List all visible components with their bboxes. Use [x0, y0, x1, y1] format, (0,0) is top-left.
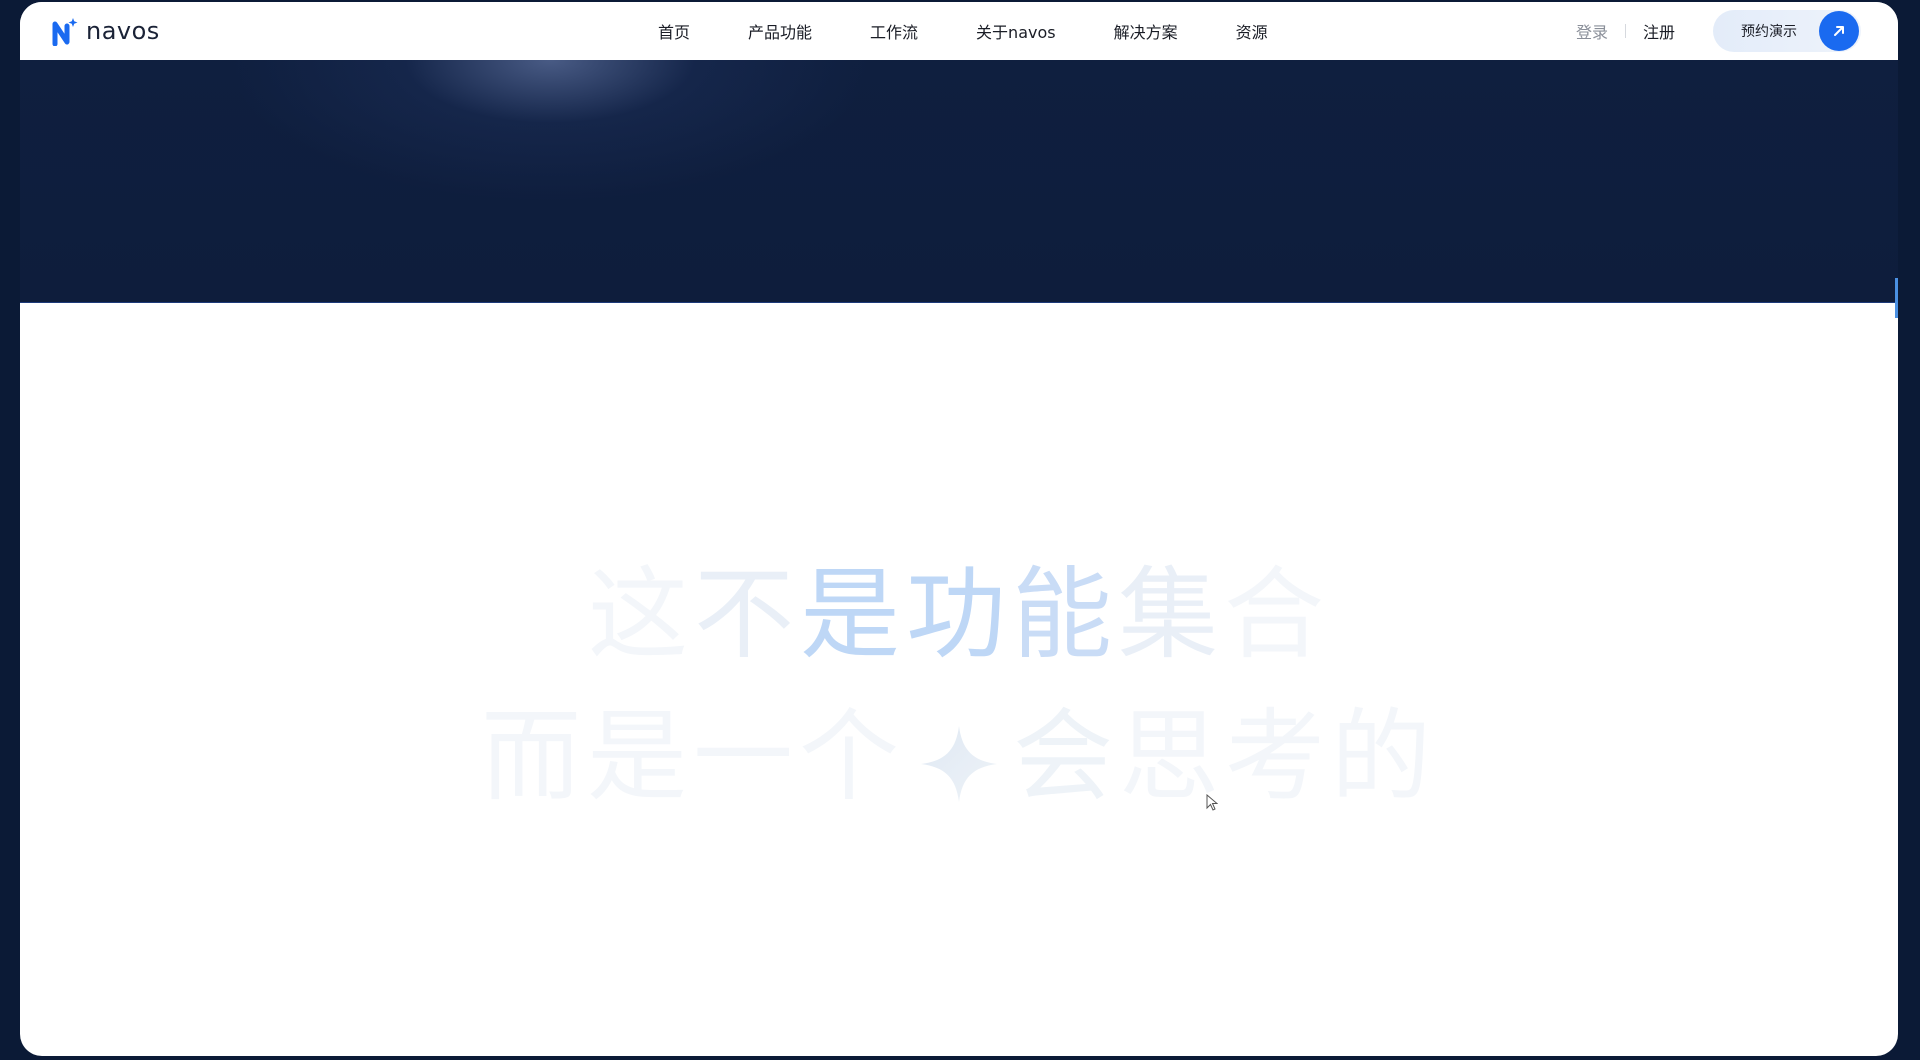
headline-char: 个 [799, 698, 905, 815]
register-link[interactable]: 注册 [1643, 19, 1675, 43]
headline-char: 是 [800, 556, 906, 673]
nav-item-features[interactable]: 产品功能 [748, 19, 812, 43]
nav-item-solutions[interactable]: 解决方案 [1114, 19, 1178, 43]
browser-page: navos 首页 产品功能 工作流 关于navos 解决方案 资源 登录 注册 … [20, 2, 1898, 1056]
sparkle-icon [921, 725, 997, 802]
headline-char: 会 [1013, 698, 1119, 815]
headline-char: 而 [481, 698, 587, 815]
mouse-cursor-icon [1206, 794, 1218, 811]
scrollbar-thumb[interactable] [1895, 278, 1898, 318]
book-demo-button[interactable]: 预约演示 [1713, 10, 1861, 52]
headline-char: 是 [587, 698, 693, 815]
login-link[interactable]: 登录 [1576, 19, 1608, 43]
headline-char: 功 [906, 556, 1012, 673]
headline-char: 考 [1225, 698, 1331, 815]
main-menu: 首页 产品功能 工作流 关于navos 解决方案 资源 [658, 2, 1326, 60]
auth-links: 登录 注册 [1576, 2, 1675, 60]
headline-char: 这 [588, 556, 694, 673]
headline-char: 不 [694, 556, 800, 673]
nav-item-about[interactable]: 关于navos [976, 19, 1056, 43]
nav-item-workflow[interactable]: 工作流 [870, 19, 918, 43]
headline-line-1: 这不是功能集合 [20, 555, 1898, 675]
top-navbar: navos 首页 产品功能 工作流 关于navos 解决方案 资源 登录 注册 … [20, 2, 1898, 60]
nav-item-resources[interactable]: 资源 [1236, 19, 1268, 43]
brand-name: navos [86, 17, 160, 45]
hero-banner [20, 60, 1898, 303]
headline-line-2: 而是一个 会思考的 [20, 697, 1898, 817]
book-demo-label: 预约演示 [1741, 24, 1797, 40]
headline-char: 集 [1118, 556, 1224, 673]
auth-divider [1625, 24, 1627, 38]
navos-logo-icon [52, 18, 78, 46]
headline-char: 一 [693, 698, 799, 815]
logo[interactable]: navos [52, 16, 160, 46]
headline-char: 能 [1012, 556, 1118, 673]
arrow-up-right-icon [1819, 11, 1859, 51]
headline-char: 合 [1224, 556, 1330, 673]
headline-char: 的 [1331, 698, 1437, 815]
nav-item-home[interactable]: 首页 [658, 19, 690, 43]
